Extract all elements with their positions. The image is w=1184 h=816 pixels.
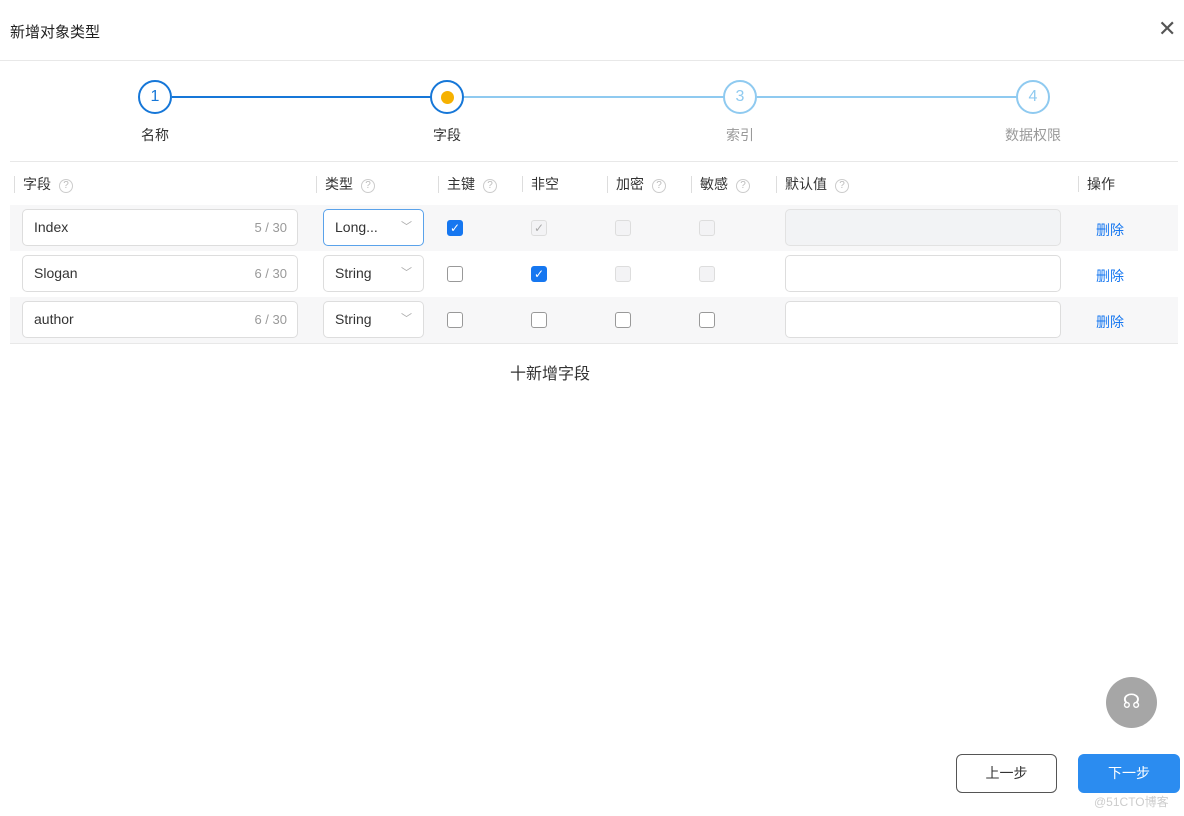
chevron-down-icon: ﹀ xyxy=(401,221,412,233)
sensitive-checkbox[interactable] xyxy=(699,266,715,282)
delete-link[interactable]: 删除 xyxy=(1096,220,1124,240)
header-encrypt: 加密? xyxy=(607,176,666,193)
sensitive-checkbox[interactable] xyxy=(699,312,715,328)
primary-checkbox[interactable] xyxy=(447,312,463,328)
not-null-checkbox[interactable]: ✓ xyxy=(531,220,547,236)
encrypt-checkbox[interactable] xyxy=(615,312,631,328)
header-default: 默认值? xyxy=(776,176,849,193)
step-2-circle xyxy=(430,80,464,114)
dialog-title: 新增对象类型 xyxy=(10,24,101,41)
encrypt-checkbox[interactable] xyxy=(615,266,631,282)
delete-link[interactable]: 删除 xyxy=(1096,312,1124,332)
step-1-label: 名称 xyxy=(141,127,169,143)
primary-checkbox[interactable]: ✓ xyxy=(447,220,463,236)
field-name-input[interactable]: author 6 / 30 xyxy=(22,301,298,338)
help-icon: ? xyxy=(361,179,375,193)
field-name-input[interactable]: Slogan 6 / 30 xyxy=(22,255,298,292)
divider xyxy=(10,161,1178,162)
header-type: 类型? xyxy=(316,176,375,193)
step-3-circle: 3 xyxy=(723,80,757,114)
sensitive-checkbox[interactable] xyxy=(699,220,715,236)
table-row: Index 5 / 30 Long... ﹀ ✓ ✓ 删除 xyxy=(10,205,1178,251)
current-step-dot xyxy=(440,90,454,104)
delete-link[interactable]: 删除 xyxy=(1096,266,1124,286)
header-primary: 主键? xyxy=(438,176,497,193)
chevron-down-icon: ﹀ xyxy=(401,267,412,279)
char-count: 5 / 30 xyxy=(254,220,287,235)
help-icon: ? xyxy=(483,179,497,193)
help-icon: ? xyxy=(59,179,73,193)
next-step-button[interactable]: 下一步 xyxy=(1078,754,1180,793)
step-3-label: 索引 xyxy=(726,127,754,143)
default-value-input[interactable] xyxy=(785,255,1061,292)
encrypt-checkbox[interactable] xyxy=(615,220,631,236)
type-select[interactable]: String ﹀ xyxy=(323,301,424,338)
header-sensitive: 敏感? xyxy=(691,176,750,193)
headset-support-icon[interactable]: ☊ xyxy=(1106,677,1157,728)
not-null-checkbox[interactable]: ✓ xyxy=(531,266,547,282)
step-connector xyxy=(757,96,1017,98)
step-connector xyxy=(464,96,724,98)
type-select[interactable]: String ﹀ xyxy=(323,255,424,292)
divider xyxy=(10,343,1178,344)
header-field: 字段? xyxy=(14,176,73,193)
step-connector xyxy=(172,96,432,98)
step-4-label: 数据权限 xyxy=(1005,127,1061,143)
prev-step-button[interactable]: 上一步 xyxy=(956,754,1057,793)
chevron-down-icon: ﹀ xyxy=(401,313,412,325)
divider xyxy=(0,60,1184,61)
header-action: 操作 xyxy=(1078,176,1115,192)
char-count: 6 / 30 xyxy=(254,312,287,327)
type-select[interactable]: Long... ﹀ xyxy=(323,209,424,246)
table-row: Slogan 6 / 30 String ﹀ ✓ 删除 xyxy=(10,251,1178,297)
help-icon: ? xyxy=(652,179,666,193)
default-value-input xyxy=(785,209,1061,246)
watermark: @51CTO博客 xyxy=(1094,795,1169,809)
step-2-label: 字段 xyxy=(433,127,461,143)
primary-checkbox[interactable] xyxy=(447,266,463,282)
help-icon: ? xyxy=(835,179,849,193)
field-name-input[interactable]: Index 5 / 30 xyxy=(22,209,298,246)
char-count: 6 / 30 xyxy=(254,266,287,281)
header-not-null: 非空 xyxy=(522,176,559,192)
not-null-checkbox[interactable] xyxy=(531,312,547,328)
step-1-circle: 1 xyxy=(138,80,172,114)
default-value-input[interactable] xyxy=(785,301,1061,338)
help-icon: ? xyxy=(736,179,750,193)
table-row: author 6 / 30 String ﹀ 删除 xyxy=(10,297,1178,343)
step-4-circle: 4 xyxy=(1016,80,1050,114)
add-field-button[interactable]: 十新增字段 xyxy=(510,360,590,384)
close-icon[interactable]: ✕ xyxy=(1158,17,1176,41)
